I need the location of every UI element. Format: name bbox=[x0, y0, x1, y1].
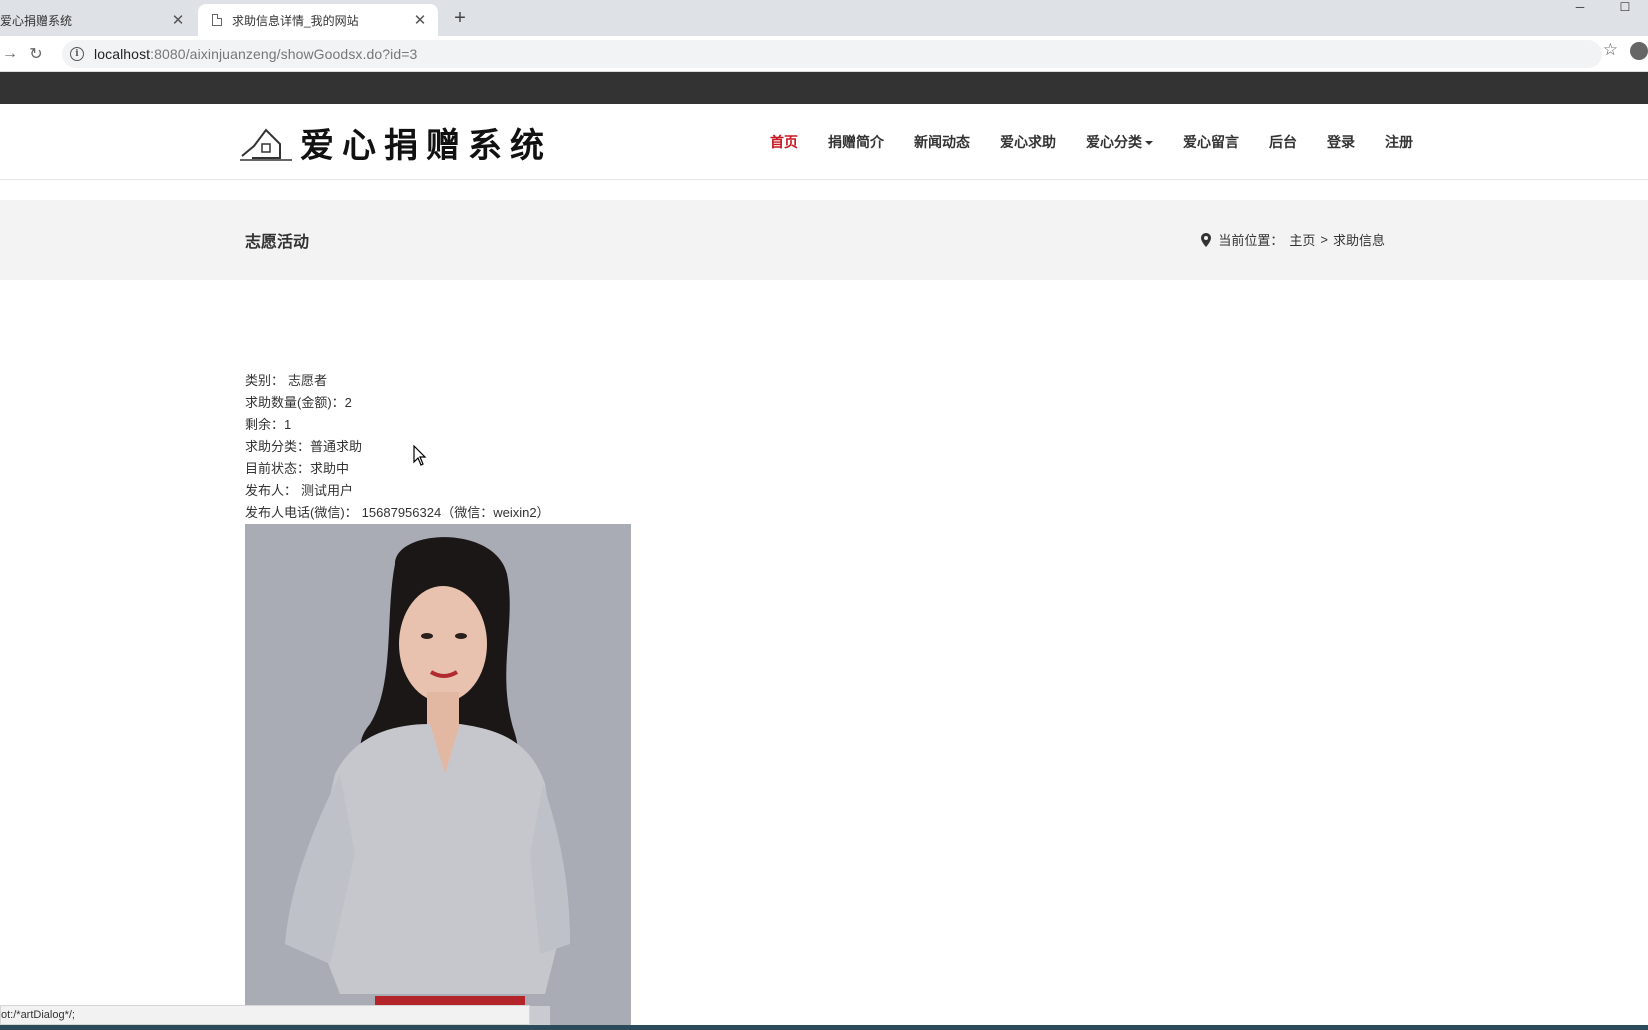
detail-row-quantity: 求助数量(金额)：2 bbox=[245, 392, 550, 414]
breadcrumb-prefix: 当前位置： bbox=[1218, 233, 1284, 248]
new-tab-icon[interactable]: + bbox=[448, 6, 472, 30]
type-label: 求助分类： bbox=[245, 439, 311, 454]
detail-row-remaining: 剩余：1 bbox=[245, 414, 550, 436]
quantity-value: 2 bbox=[344, 395, 352, 410]
phone-label: 发布人电话(微信)： bbox=[245, 505, 358, 520]
site-logo[interactable]: 爱心捐赠系统 bbox=[240, 116, 552, 168]
publisher-label: 发布人： bbox=[245, 483, 298, 498]
help-photo bbox=[245, 524, 631, 1030]
page-icon bbox=[212, 14, 222, 26]
browser-tab-active[interactable]: 求助信息详情_我的网站 ✕ bbox=[198, 4, 438, 36]
mouse-cursor-icon bbox=[413, 445, 427, 466]
menu-item-admin[interactable]: 后台 bbox=[1269, 132, 1297, 152]
location-pin-icon bbox=[1201, 232, 1212, 247]
browser-tab[interactable]: 爱心捐赠系统 ✕ bbox=[0, 4, 196, 36]
url-path: :8080/aixinjuanzeng/showGoodsx.do?id=3 bbox=[150, 46, 418, 62]
phone-value: 15687956324（微信：weixin2） bbox=[361, 505, 550, 520]
breadcrumb-current: 求助信息 bbox=[1332, 233, 1385, 248]
menu-item-home[interactable]: 首页 bbox=[770, 132, 798, 152]
page-title: 志愿活动 bbox=[245, 234, 310, 251]
profile-icon[interactable] bbox=[1630, 42, 1648, 60]
menu-item-register[interactable]: 注册 bbox=[1385, 132, 1413, 152]
address-bar[interactable]: i localhost:8080/aixinjuanzeng/showGoods… bbox=[62, 40, 1602, 68]
publisher-value: 测试用户 bbox=[301, 483, 354, 498]
remaining-label: 剩余： bbox=[245, 417, 285, 432]
category-label: 类别： bbox=[245, 373, 285, 388]
tab-title: 求助信息详情_我的网站 bbox=[232, 13, 359, 28]
info-icon[interactable]: i bbox=[70, 47, 84, 61]
breadcrumb-separator: > bbox=[1320, 232, 1328, 247]
menu-item-intro[interactable]: 捐赠简介 bbox=[828, 132, 884, 152]
url-host: localhost bbox=[94, 46, 151, 62]
browser-tab-strip: 爱心捐赠系统 ✕ 求助信息详情_我的网站 ✕ + ─ ☐ bbox=[0, 0, 1648, 36]
forward-icon[interactable]: → bbox=[0, 44, 20, 64]
close-icon[interactable]: ✕ bbox=[412, 12, 428, 29]
menu-item-news[interactable]: 新闻动态 bbox=[914, 132, 970, 152]
house-icon bbox=[240, 128, 292, 161]
maximize-icon[interactable]: ☐ bbox=[1610, 0, 1640, 18]
category-value: 志愿者 bbox=[288, 373, 328, 388]
help-detail: 类别： 志愿者 求助数量(金额)：2 剩余：1 求助分类：普通求助 目前状态：求助… bbox=[245, 370, 550, 524]
menu-item-login[interactable]: 登录 bbox=[1327, 132, 1355, 152]
browser-toolbar: → ↻ i localhost:8080/aixinjuanzeng/showG… bbox=[0, 36, 1648, 72]
taskbar bbox=[0, 1025, 1648, 1030]
url-text: localhost:8080/aixinjuanzeng/showGoodsx.… bbox=[94, 46, 417, 62]
detail-row-status: 目前状态：求助中 bbox=[245, 458, 550, 480]
status-label: 目前状态： bbox=[245, 461, 311, 476]
detail-row-category: 类别： 志愿者 bbox=[245, 370, 550, 392]
bookmark-star-icon[interactable]: ☆ bbox=[1603, 40, 1618, 60]
menu-item-category-label: 爱心分类 bbox=[1086, 134, 1142, 150]
status-value: 求助中 bbox=[310, 461, 350, 476]
page-title-bar: 志愿活动 当前位置： 主页 > 求助信息 bbox=[0, 200, 1648, 280]
chevron-down-icon bbox=[1145, 141, 1153, 146]
detail-row-type: 求助分类：普通求助 bbox=[245, 436, 550, 458]
quantity-label: 求助数量(金额)： bbox=[245, 395, 345, 410]
type-value: 普通求助 bbox=[310, 439, 363, 454]
detail-row-publisher: 发布人： 测试用户 bbox=[245, 480, 550, 502]
status-bar: ot:/*artDialog*/; bbox=[0, 1005, 530, 1025]
detail-row-phone: 发布人电话(微信)： 15687956324（微信：weixin2） bbox=[245, 502, 550, 524]
menu-item-message[interactable]: 爱心留言 bbox=[1183, 132, 1239, 152]
minimize-icon[interactable]: ─ bbox=[1565, 0, 1595, 18]
breadcrumb: 当前位置： 主页 > 求助信息 bbox=[1201, 230, 1385, 249]
tab-title: 爱心捐赠系统 bbox=[0, 13, 73, 28]
site-header: 爱心捐赠系统 首页 捐赠简介 新闻动态 爱心求助 爱心分类 爱心留言 后台 登录… bbox=[0, 104, 1648, 180]
reload-icon[interactable]: ↻ bbox=[26, 44, 46, 64]
person-photo bbox=[245, 524, 631, 1030]
top-strip bbox=[0, 72, 1648, 104]
menu-item-help[interactable]: 爱心求助 bbox=[1000, 132, 1056, 152]
close-icon[interactable]: ✕ bbox=[170, 12, 186, 29]
menu-item-category[interactable]: 爱心分类 bbox=[1086, 132, 1153, 152]
logo-text: 爱心捐赠系统 bbox=[300, 125, 552, 166]
remaining-value: 1 bbox=[284, 417, 292, 432]
main-menu: 首页 捐赠简介 新闻动态 爱心求助 爱心分类 爱心留言 后台 登录 注册 bbox=[770, 104, 1413, 180]
breadcrumb-home-link[interactable]: 主页 bbox=[1289, 230, 1315, 249]
